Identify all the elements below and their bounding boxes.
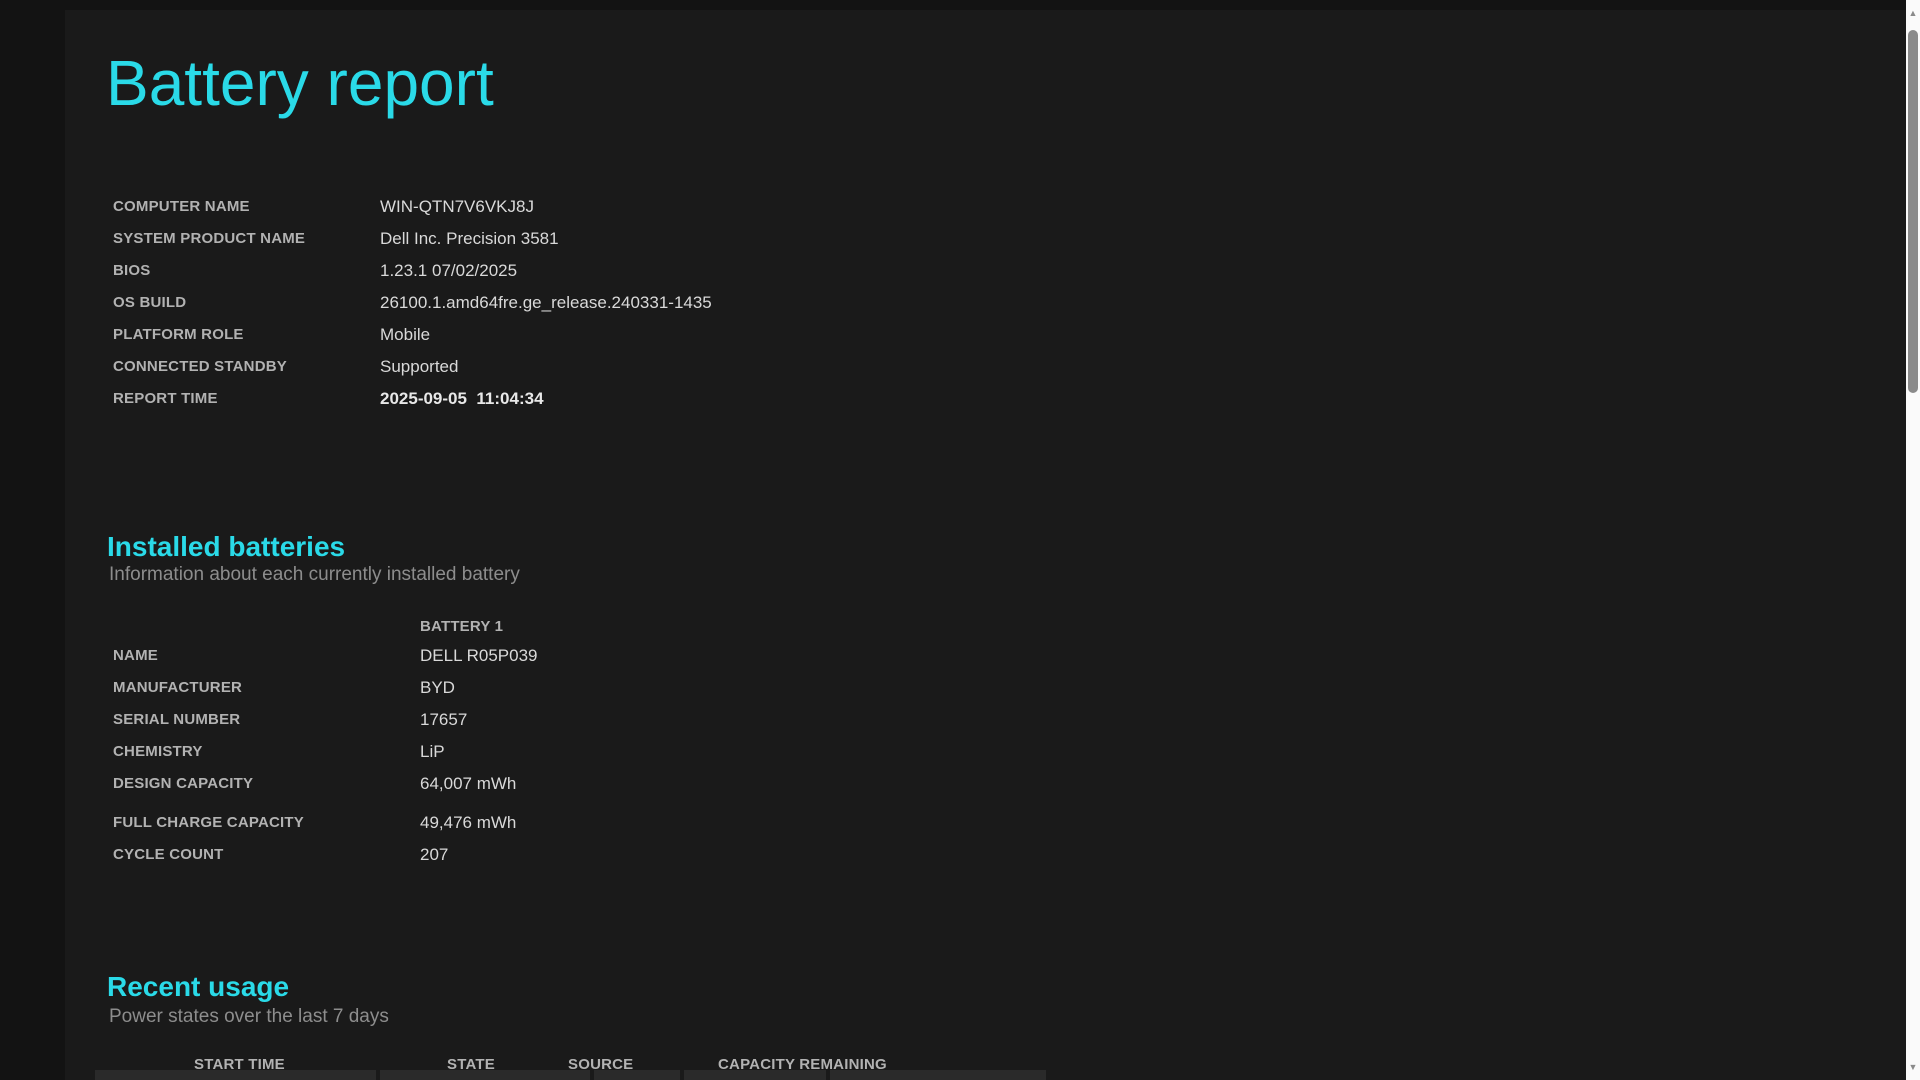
table-row: FULL CHARGE CAPACITY 49,476 mWh [0,807,1100,839]
row-value: Mobile [380,325,431,344]
row-cell-capacity-mwh [830,1070,1046,1080]
row-label: BIOS [113,262,151,279]
row-value: 64,007 mWh [420,774,517,793]
row-label: PLATFORM ROLE [113,326,244,343]
row-label: NAME [113,647,158,664]
table-row: BIOS 1.23.1 07/02/2025 [0,255,1100,287]
table-row: CHEMISTRY LiP [0,736,1100,768]
row-label: COMPUTER NAME [113,198,250,215]
section-subtitle: Power states over the last 7 days [109,1006,389,1027]
row-value: 49,476 mWh [420,813,517,832]
row-label: SYSTEM PRODUCT NAME [113,230,306,247]
table-row: DESIGN CAPACITY 64,007 mWh [0,768,1100,800]
row-label: MANUFACTURER [113,679,243,696]
battery-report-page: Battery report COMPUTER NAME WIN-QTN7V6V… [0,0,1920,1080]
row-value: 207 [420,845,449,864]
row-label: REPORT TIME [113,390,218,407]
row-value: 17657 [420,710,468,729]
section-heading-installed-batteries: Installed batteries [107,531,346,562]
row-cell-capacity-percent [684,1070,826,1080]
row-value: Supported [380,357,459,376]
table-row: COMPUTER NAME WIN-QTN7V6VKJ8J [0,191,1100,223]
scroll-down-icon[interactable]: ▼ [1906,1060,1920,1074]
row-label: CHEMISTRY [113,743,203,760]
row-value: Dell Inc. Precision 3581 [380,229,559,248]
table-row: CONNECTED STANDBY Supported [0,351,1100,383]
row-value: 26100.1.amd64fre.ge_release.240331-1435 [380,293,712,312]
table-row: SYSTEM PRODUCT NAME Dell Inc. Precision … [0,223,1100,255]
row-label: DESIGN CAPACITY [113,775,254,792]
row-value: LiP [420,742,445,761]
row-label: SERIAL NUMBER [113,711,241,728]
row-label: CONNECTED STANDBY [113,358,287,375]
scrollbar-thumb[interactable] [1908,30,1918,393]
table-row: SERIAL NUMBER 17657 [0,704,1100,736]
table-row: MANUFACTURER BYD [0,672,1100,704]
row-label: OS BUILD [113,294,187,311]
row-label: CYCLE COUNT [113,846,224,863]
row-cell-source [594,1070,680,1080]
row-label: FULL CHARGE CAPACITY [113,814,304,831]
vertical-scrollbar[interactable]: ▲ ▼ [1906,0,1920,1080]
row-value: DELL R05P039 [420,646,538,665]
table-row: NAME DELL R05P039 [0,640,1100,672]
row-cell-state [380,1070,590,1080]
report-time-value: 2025-09-05 11:04:34 [380,389,544,408]
scroll-up-icon[interactable]: ▲ [1906,6,1920,20]
table-row: OS BUILD 26100.1.amd64fre.ge_release.240… [0,287,1100,319]
section-heading-recent-usage: Recent usage [107,971,290,1002]
table-row: REPORT TIME 2025-09-05 11:04:34 [0,383,1100,415]
table-row: PLATFORM ROLE Mobile [0,319,1100,351]
page-title: Battery report [106,47,494,119]
row-cell-start-time [95,1070,376,1080]
table-row: CYCLE COUNT 207 [0,839,1100,871]
row-value: BYD [420,678,455,697]
section-subtitle: Information about each currently install… [109,564,520,585]
row-value: WIN-QTN7V6VKJ8J [380,197,534,216]
column-header-battery1: BATTERY 1 [420,618,504,635]
row-value: 1.23.1 07/02/2025 [380,261,518,280]
